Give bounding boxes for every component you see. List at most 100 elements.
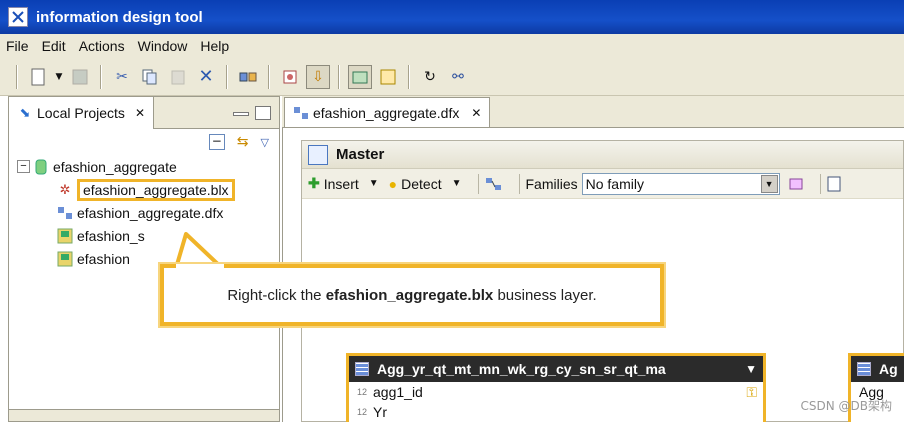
menu-edit[interactable]: Edit bbox=[42, 36, 66, 56]
families-select[interactable]: No family ▼ bbox=[581, 172, 780, 195]
menu-file[interactable]: File bbox=[6, 36, 29, 56]
toolbar-separator bbox=[338, 64, 340, 89]
master-header: Master bbox=[302, 141, 903, 169]
tab-efashion-dfx-label: efashion_aggregate.dfx bbox=[313, 104, 460, 121]
info-icon[interactable] bbox=[376, 65, 400, 89]
tab-local-projects[interactable]: ⬊ Local Projects ✕ bbox=[9, 96, 154, 129]
new-icon[interactable] bbox=[26, 65, 50, 89]
callout-pointer-join bbox=[176, 264, 224, 270]
master-title: Master bbox=[336, 146, 385, 163]
tree-item-blx[interactable]: ✲ efashion_aggregate.blx bbox=[17, 178, 279, 201]
view-menu-icon[interactable]: ▽ bbox=[261, 136, 269, 149]
panel-window-controls bbox=[233, 105, 271, 120]
lightbulb-icon: ● bbox=[388, 175, 398, 192]
callout-prefix: Right-click the bbox=[227, 286, 322, 304]
toolbar-separator bbox=[408, 64, 410, 89]
toolbar-separator bbox=[100, 64, 102, 89]
tree-item-dfx-label: efashion_aggregate.dfx bbox=[77, 204, 224, 221]
document-button[interactable] bbox=[827, 176, 841, 192]
project-tree: − efashion_aggregate ✲ efashion_aggregat… bbox=[9, 155, 279, 270]
tree-item-connection-label: efashion_s bbox=[77, 227, 145, 244]
callout-filename: efashion_aggregate.blx bbox=[325, 286, 494, 304]
chevron-down-icon[interactable]: ▼ bbox=[369, 178, 379, 189]
app-icon bbox=[8, 7, 28, 27]
toolbar-separator bbox=[477, 173, 479, 194]
families-label: Families bbox=[525, 175, 578, 192]
detect-button[interactable]: ● Detect ▼ bbox=[389, 176, 462, 192]
detect-label: Detect bbox=[401, 175, 442, 192]
chevron-down-icon[interactable]: ▼ bbox=[760, 174, 778, 193]
local-projects-tabbar: ⬊ Local Projects ✕ bbox=[9, 96, 279, 129]
local-projects-icon: ⬊ bbox=[19, 104, 31, 120]
numeric-type-icon: 12 bbox=[357, 407, 368, 417]
column-name: agg1_id bbox=[373, 384, 423, 400]
edit-families-button[interactable] bbox=[788, 176, 804, 192]
master-toolbar: ✚ Insert ▼ ● Detect ▼ Families No family bbox=[302, 169, 903, 199]
save-icon[interactable] bbox=[68, 65, 92, 89]
refresh-icon[interactable]: ↻ bbox=[418, 65, 442, 89]
title-bar: information design tool bbox=[0, 0, 904, 34]
arrange-tables-button[interactable] bbox=[485, 176, 503, 192]
table-icon bbox=[857, 362, 871, 376]
tree-item-dfx[interactable]: efashion_aggregate.dfx bbox=[17, 201, 279, 224]
tree-item-connection-2-label: efashion bbox=[77, 250, 130, 267]
menu-actions[interactable]: Actions bbox=[79, 36, 125, 56]
insert-label: Insert bbox=[323, 175, 359, 192]
layout-icon[interactable] bbox=[348, 64, 372, 89]
collapse-all-icon[interactable]: − bbox=[208, 134, 225, 150]
main-toolbar: ▼ ✂ ✕ ⇩ ↻ ⚯ bbox=[0, 58, 904, 96]
maximize-icon[interactable] bbox=[255, 105, 271, 120]
toolbar-separator bbox=[226, 64, 228, 89]
business-layer-icon: ✲ bbox=[59, 181, 71, 197]
tree-root-row[interactable]: − efashion_aggregate bbox=[17, 155, 279, 178]
project-icon[interactable] bbox=[278, 65, 302, 89]
delete-icon[interactable]: ✕ bbox=[194, 65, 218, 89]
master-view-icon bbox=[308, 144, 328, 165]
project-folder-icon bbox=[33, 159, 49, 175]
toolbar-separator bbox=[819, 173, 821, 194]
bottom-panel-tab-strip bbox=[9, 409, 279, 421]
cut-icon[interactable]: ✂ bbox=[110, 65, 134, 89]
callout-suffix: business layer. bbox=[497, 286, 597, 304]
table-menu-icon[interactable]: ▼ bbox=[745, 362, 757, 376]
close-icon[interactable]: ✕ bbox=[135, 106, 145, 120]
new-dropdown-icon[interactable]: ▼ bbox=[54, 65, 64, 89]
table-header[interactable]: Agg_yr_qt_mt_mn_wk_rg_cy_sn_sr_qt_ma ▼ bbox=[349, 356, 763, 382]
panel-tools: − ⇆ ▽ bbox=[9, 129, 279, 155]
table-card[interactable]: Agg_yr_qt_mt_mn_wk_rg_cy_sn_sr_qt_ma ▼ 1… bbox=[346, 353, 766, 422]
link-editor-icon[interactable]: ⇆ bbox=[237, 134, 249, 150]
connection-icon bbox=[57, 251, 73, 267]
toolbar-separator bbox=[16, 64, 18, 89]
paste-icon[interactable] bbox=[166, 65, 190, 89]
copy-icon[interactable] bbox=[138, 65, 162, 89]
share-icon[interactable] bbox=[236, 65, 260, 89]
minimize-icon[interactable] bbox=[233, 111, 249, 116]
key-icon: ⚿ bbox=[746, 383, 757, 400]
close-icon[interactable]: ✕ bbox=[471, 106, 481, 120]
column-name: Yr bbox=[373, 404, 388, 420]
chevron-down-icon[interactable]: ▼ bbox=[452, 178, 462, 189]
table-header[interactable]: Ag bbox=[851, 356, 904, 382]
table-icon bbox=[355, 362, 369, 376]
plus-icon: ✚ bbox=[308, 175, 320, 191]
table-name: Ag bbox=[879, 361, 898, 377]
collapse-toggle-icon[interactable]: − bbox=[17, 160, 30, 173]
menu-bar: File Edit Actions Window Help bbox=[0, 34, 904, 58]
numeric-type-icon: 12 bbox=[357, 387, 368, 397]
table-column-row[interactable]: 12 Yr bbox=[349, 402, 763, 422]
editor-area: efashion_aggregate.dfx ✕ Master ✚ Insert… bbox=[282, 96, 904, 422]
menu-help[interactable]: Help bbox=[200, 36, 229, 56]
table-column-row[interactable]: 12 agg1_id ⚿ bbox=[349, 382, 763, 402]
insert-button[interactable]: ✚ Insert ▼ bbox=[308, 175, 379, 192]
tree-root-label: efashion_aggregate bbox=[53, 158, 177, 175]
binoculars-icon[interactable]: ⚯ bbox=[446, 65, 470, 89]
toolbar-separator bbox=[268, 64, 270, 89]
table-name: Agg_yr_qt_mt_mn_wk_rg_cy_sn_sr_qt_ma bbox=[377, 361, 666, 377]
menu-window[interactable]: Window bbox=[138, 36, 188, 56]
watermark: CSDN @DB架构 bbox=[800, 399, 892, 413]
tree-item-connection[interactable]: efashion_s bbox=[17, 224, 279, 247]
tab-local-projects-label: Local Projects bbox=[37, 104, 125, 121]
tab-efashion-dfx[interactable]: efashion_aggregate.dfx ✕ bbox=[284, 97, 491, 127]
data-foundation-icon bbox=[293, 105, 309, 121]
link-icon[interactable]: ⇩ bbox=[306, 64, 330, 89]
